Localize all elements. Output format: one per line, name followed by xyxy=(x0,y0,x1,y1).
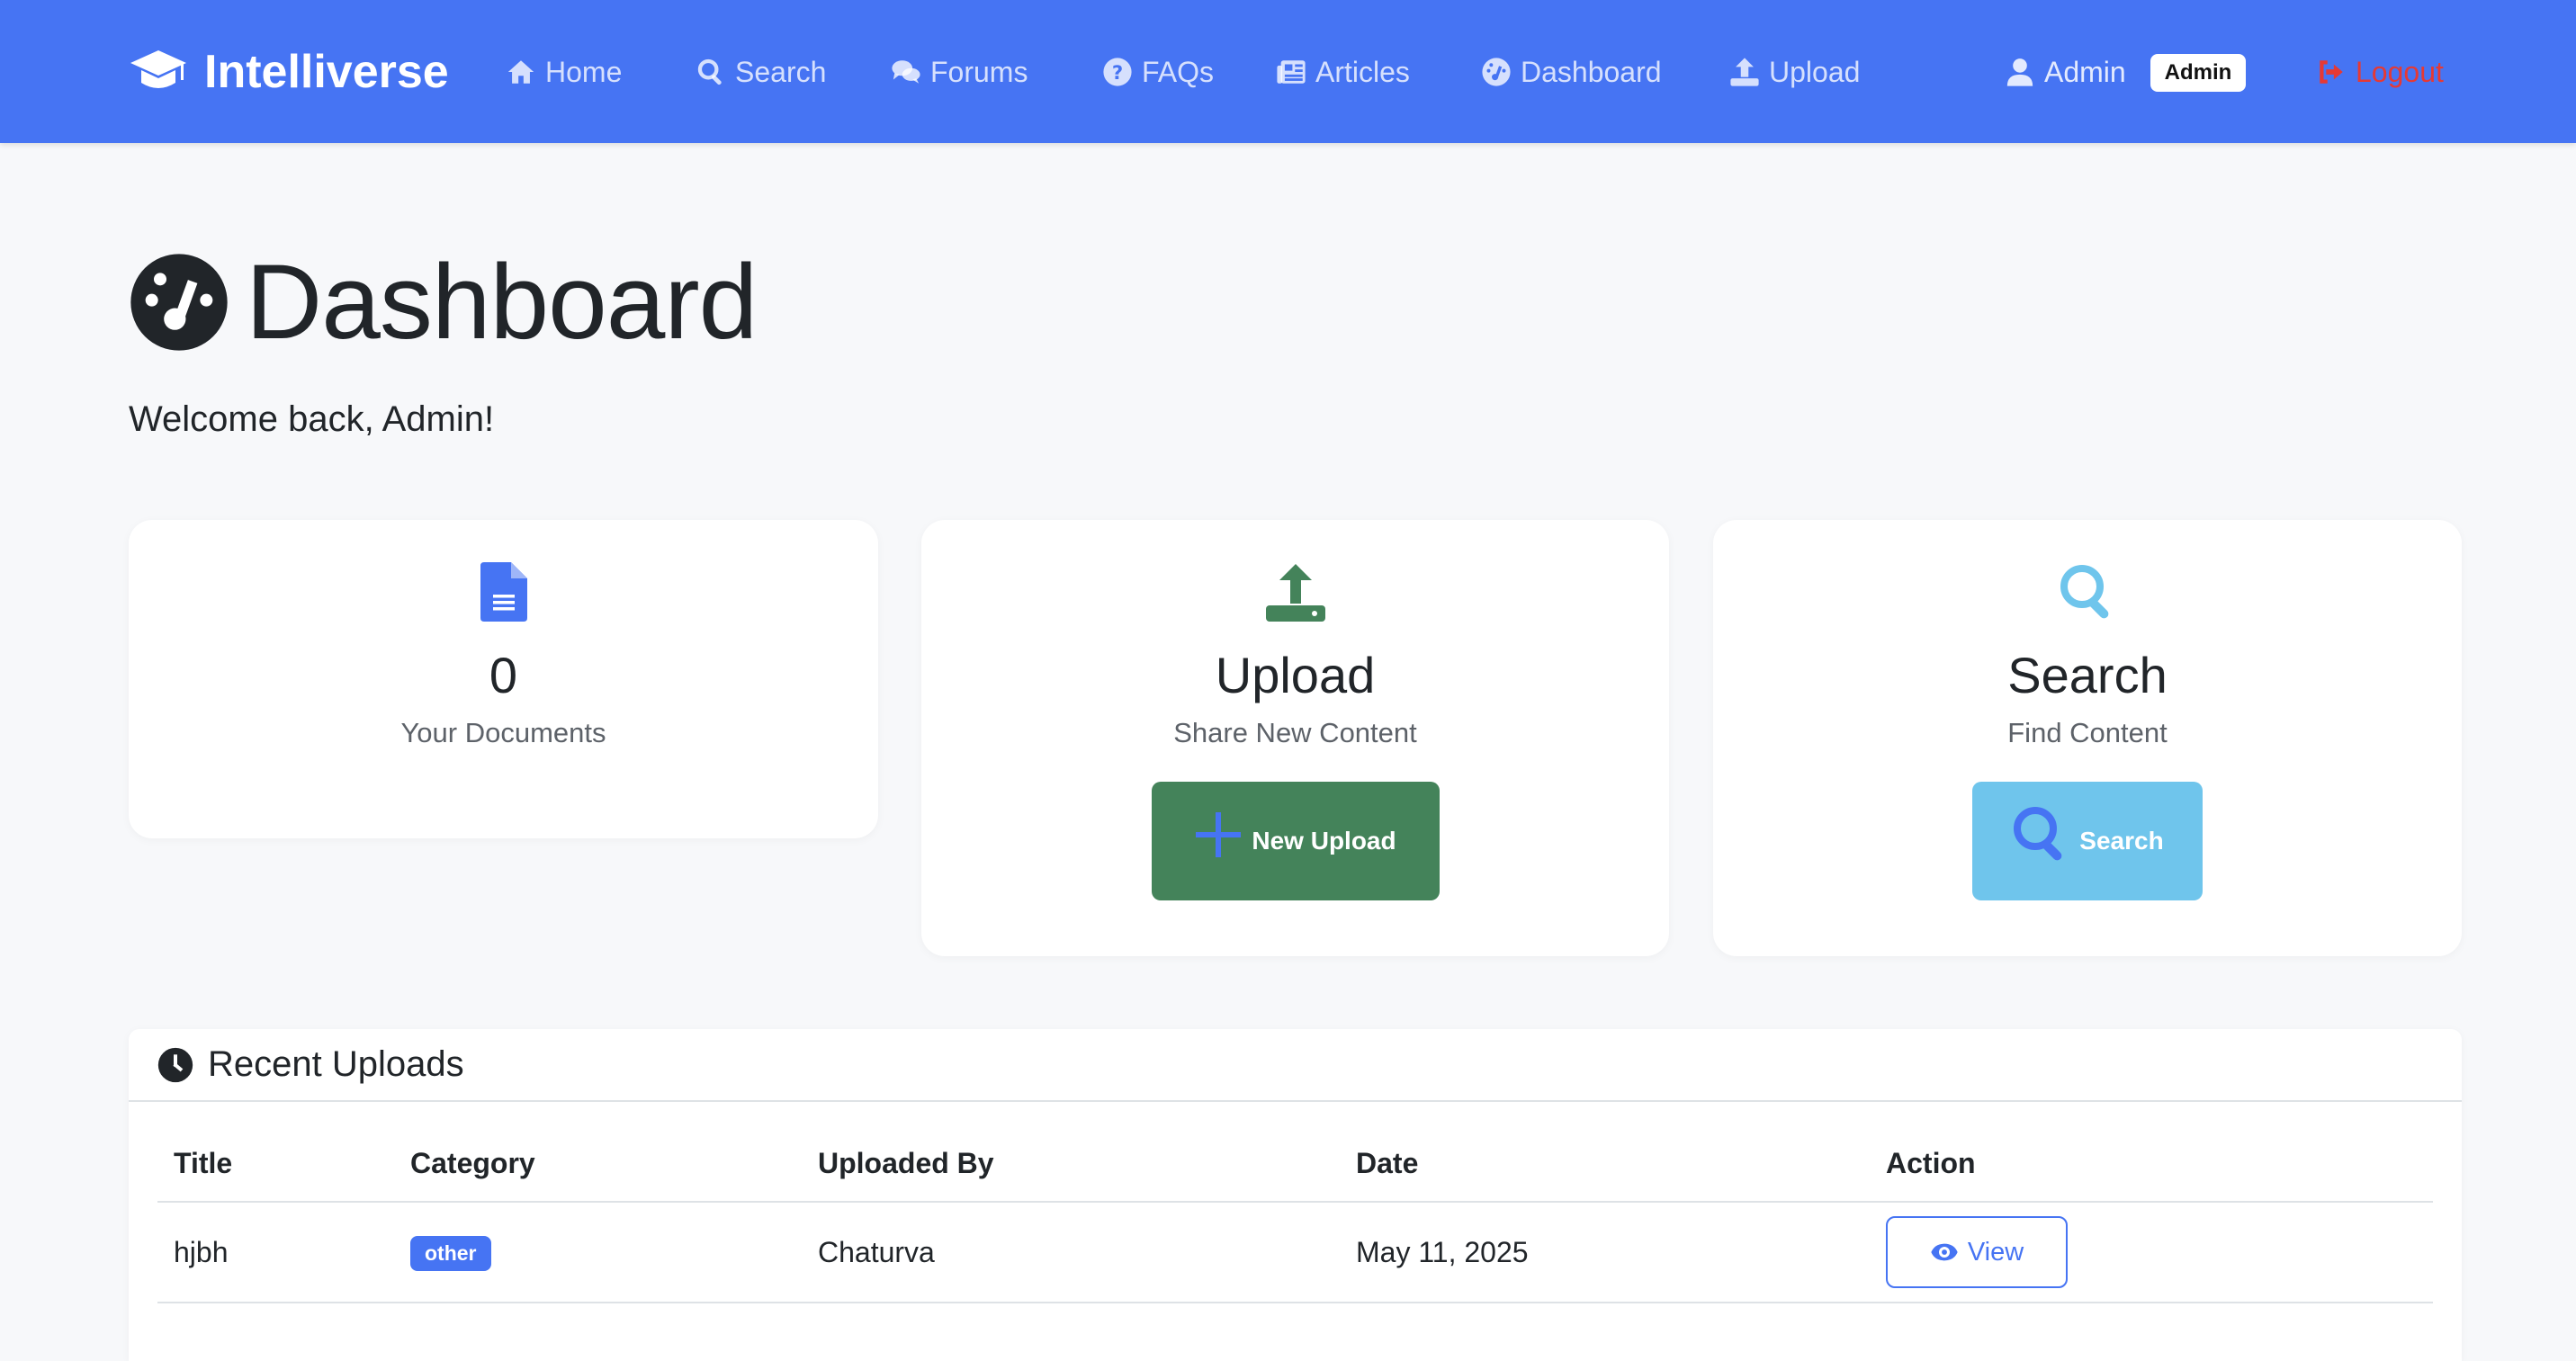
gauge-icon xyxy=(130,254,228,351)
upload-tray-icon-wrap xyxy=(1265,558,1325,626)
upload-icon xyxy=(1730,58,1759,86)
upload-subtitle: Share New Content xyxy=(1173,717,1417,748)
documents-label: Your Documents xyxy=(400,717,606,748)
brand-name: Intelliverse xyxy=(204,46,449,98)
comments-icon xyxy=(892,60,920,84)
search-button[interactable]: Search xyxy=(1972,782,2203,900)
sign-out-icon xyxy=(2320,60,2343,84)
nav-dashboard[interactable]: Dashboard xyxy=(1481,50,1662,94)
brand-link[interactable]: Intelliverse xyxy=(129,45,449,99)
newspaper-icon xyxy=(1277,60,1306,84)
cell-action: View xyxy=(1870,1202,2433,1303)
plus-icon xyxy=(1196,812,1242,857)
page-title: Dashboard xyxy=(246,243,758,362)
column-header-date: Date xyxy=(1340,1126,1870,1203)
nav-home[interactable]: Home xyxy=(506,50,622,94)
table-header-row: Title Category Uploaded By Date Action xyxy=(157,1126,2433,1203)
search-icon xyxy=(697,58,722,85)
nav-logout[interactable]: Logout xyxy=(2316,50,2444,94)
table-row: hjbh other Chaturva May 11, 2025 View xyxy=(157,1202,2433,1303)
question-circle-icon: ? xyxy=(1103,58,1132,86)
nav-faqs[interactable]: ? FAQs xyxy=(1102,50,1214,94)
document-icon-wrap xyxy=(480,558,527,626)
role-badge: Admin xyxy=(2150,54,2246,92)
eye-icon xyxy=(1931,1243,1958,1261)
new-upload-label: New Upload xyxy=(1252,827,1396,855)
column-header-action: Action xyxy=(1870,1126,2433,1203)
search-subtitle: Find Content xyxy=(2007,717,2168,748)
view-button[interactable]: View xyxy=(1886,1216,2068,1288)
search-card: Search Find Content Search xyxy=(1713,520,2462,956)
nav-articles-label: Articles xyxy=(1315,55,1410,88)
nav-user-name: Admin xyxy=(2044,55,2126,88)
recent-uploads-panel: Recent Uploads Title Category Uploaded B… xyxy=(129,1029,2462,1361)
nav-search-label: Search xyxy=(735,55,827,88)
nav-articles[interactable]: Articles xyxy=(1276,50,1410,94)
gauge-icon xyxy=(1482,58,1511,86)
column-header-uploaded-by: Uploaded By xyxy=(802,1126,1340,1203)
nav-faqs-label: FAQs xyxy=(1142,55,1215,88)
nav-user[interactable]: Admin xyxy=(2005,50,2126,94)
search-icon xyxy=(2060,565,2109,619)
view-button-label: View xyxy=(1967,1237,2024,1267)
document-icon xyxy=(480,562,527,622)
upload-card: Upload Share New Content New Upload xyxy=(921,520,1669,956)
welcome-message: Welcome back, Admin! xyxy=(129,399,495,439)
top-navbar: Intelliverse Home Search Forums ? FAQs A… xyxy=(0,0,2576,143)
cell-date: May 11, 2025 xyxy=(1340,1202,1870,1303)
page-header: Dashboard xyxy=(129,241,758,363)
svg-text:?: ? xyxy=(1112,62,1123,85)
graduation-cap-icon xyxy=(130,50,186,88)
recent-uploads-title: Recent Uploads xyxy=(208,1044,464,1084)
recent-uploads-header: Recent Uploads xyxy=(129,1029,2462,1102)
nav-upload-label: Upload xyxy=(1769,55,1861,88)
upload-title: Upload xyxy=(1215,647,1376,703)
column-header-title: Title xyxy=(157,1126,394,1203)
nav-forums[interactable]: Forums xyxy=(891,50,1028,94)
search-title: Search xyxy=(2007,647,2168,703)
nav-dashboard-label: Dashboard xyxy=(1521,55,1662,88)
nav-logout-label: Logout xyxy=(2356,55,2444,88)
nav-upload[interactable]: Upload xyxy=(1729,50,1860,94)
nav-home-label: Home xyxy=(545,55,623,88)
column-header-category: Category xyxy=(394,1126,802,1203)
home-icon xyxy=(507,60,534,84)
nav-forums-label: Forums xyxy=(930,55,1028,88)
clock-icon xyxy=(157,1047,193,1082)
user-icon xyxy=(2006,58,2033,86)
upload-tray-icon xyxy=(1265,564,1325,622)
search-button-label: Search xyxy=(2079,827,2164,855)
cell-title: hjbh xyxy=(157,1202,394,1303)
documents-count: 0 xyxy=(489,647,518,703)
search-icon-wrap xyxy=(2058,558,2117,626)
search-icon xyxy=(2014,807,2062,861)
new-upload-button[interactable]: New Upload xyxy=(1151,782,1440,900)
category-badge: other xyxy=(410,1235,491,1271)
cell-uploaded-by: Chaturva xyxy=(802,1202,1340,1303)
cell-category: other xyxy=(394,1202,802,1303)
recent-uploads-table: Title Category Uploaded By Date Action h… xyxy=(157,1126,2433,1303)
nav-search[interactable]: Search xyxy=(696,50,826,94)
documents-card: 0 Your Documents xyxy=(129,520,878,838)
